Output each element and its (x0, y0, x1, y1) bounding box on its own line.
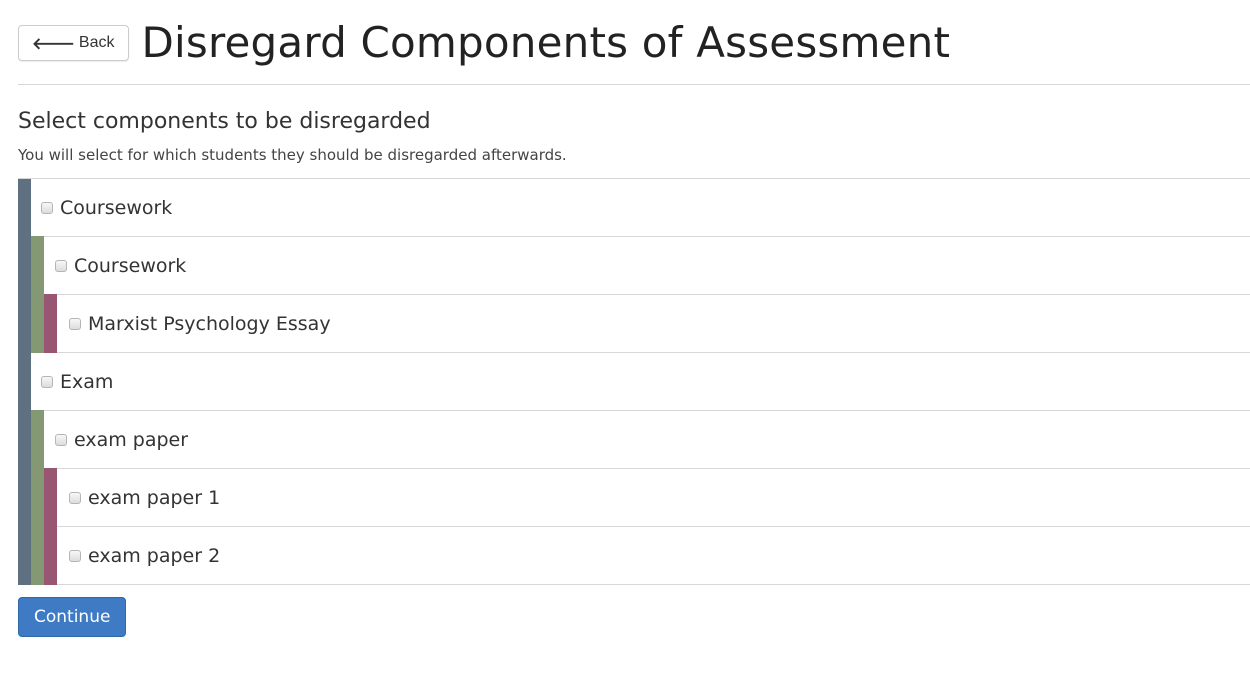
level1-indicator (18, 236, 31, 295)
level2-indicator (31, 236, 44, 295)
level2-indicator (31, 294, 44, 353)
help-text: You will select for which students they … (18, 146, 567, 164)
components-list: Coursework Coursework Marxist Psychology… (18, 178, 1250, 585)
level1-indicator (18, 179, 31, 237)
component-label: exam paper 1 (88, 486, 221, 509)
component-checkbox[interactable] (69, 549, 81, 562)
component-row[interactable]: exam paper 1 (18, 468, 1250, 527)
component-row[interactable]: Exam (18, 352, 1250, 411)
component-label: exam paper 2 (88, 544, 221, 567)
component-checkbox[interactable] (41, 201, 53, 214)
arrow-left-icon: 🡐 (32, 35, 75, 53)
page-header: 🡐 Back Disregard Components of Assessmen… (18, 0, 1250, 85)
component-row[interactable]: exam paper (18, 410, 1250, 469)
component-checkbox[interactable] (55, 259, 67, 272)
component-label: Marxist Psychology Essay (88, 312, 331, 335)
section-subtitle: Select components to be disregarded (18, 109, 431, 134)
component-checkbox[interactable] (55, 433, 67, 446)
level3-indicator (44, 294, 57, 353)
component-checkbox[interactable] (69, 491, 81, 504)
continue-button[interactable]: Continue (18, 597, 127, 637)
component-checkbox[interactable] (41, 375, 53, 388)
level3-indicator (44, 468, 57, 527)
component-row[interactable]: Coursework (18, 236, 1250, 295)
level1-indicator (18, 468, 31, 527)
back-button-label: Back (78, 34, 115, 51)
component-row[interactable]: exam paper 2 (18, 526, 1250, 585)
level2-indicator (31, 526, 44, 585)
level2-indicator (31, 410, 44, 469)
component-label: Exam (60, 370, 114, 393)
component-checkbox[interactable] (69, 317, 81, 330)
page: 🡐 Back Disregard Components of Assessmen… (0, 0, 1250, 637)
component-row[interactable]: Marxist Psychology Essay (18, 294, 1250, 353)
level1-indicator (18, 410, 31, 469)
back-button[interactable]: 🡐 Back (18, 25, 130, 61)
component-row[interactable]: Coursework (18, 179, 1250, 237)
level2-indicator (31, 468, 44, 527)
level3-indicator (44, 526, 57, 585)
component-label: Coursework (60, 196, 173, 219)
level1-indicator (18, 294, 31, 353)
level1-indicator (18, 526, 31, 585)
component-label: exam paper (74, 428, 189, 451)
level1-indicator (18, 352, 31, 411)
component-label: Coursework (74, 254, 187, 277)
page-title: Disregard Components of Assessment (141, 17, 951, 67)
